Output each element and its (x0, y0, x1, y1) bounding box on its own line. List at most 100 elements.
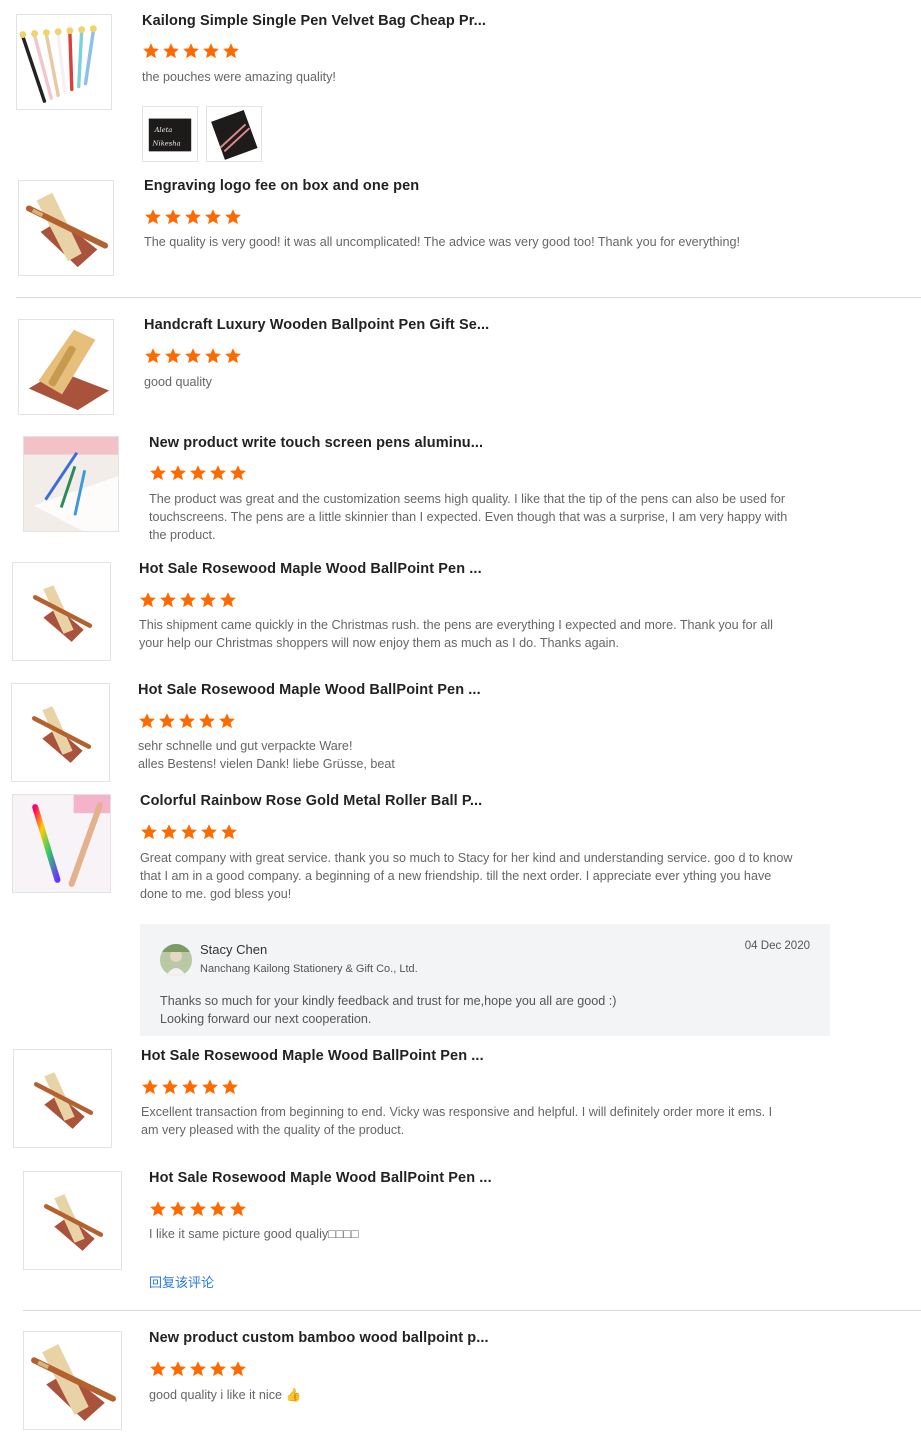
product-thumbnail[interactable] (18, 180, 114, 276)
product-title[interactable]: Hot Sale Rosewood Maple Wood BallPoint P… (139, 561, 482, 577)
review-text: Excellent transaction from beginning to … (141, 1105, 773, 1137)
reply-author-name: Stacy Chen (200, 942, 268, 957)
product-title[interactable]: New product custom bamboo wood ballpoint… (149, 1330, 489, 1346)
star-icon (230, 1361, 246, 1377)
review-text: Great company with great service. thank … (140, 851, 793, 901)
product-thumbnail[interactable] (12, 794, 111, 893)
section-divider (16, 297, 921, 298)
star-icon (150, 1361, 166, 1377)
star-icon (185, 209, 201, 225)
star-icon (210, 465, 226, 481)
product-thumbnail[interactable] (23, 1171, 122, 1270)
star-icon (223, 43, 239, 59)
section-divider (23, 1310, 921, 1311)
star-icon (219, 713, 235, 729)
star-icon (190, 1361, 206, 1377)
star-icon (202, 1079, 218, 1095)
star-icon (179, 713, 195, 729)
star-icon (205, 209, 221, 225)
star-icon (170, 1201, 186, 1217)
star-icon (180, 592, 196, 608)
product-title[interactable]: Kailong Simple Single Pen Velvet Bag Che… (142, 13, 486, 29)
reply-to-review-link[interactable]: 回复该评论 (149, 1272, 214, 1291)
reply-text: Thanks so much for your kindly feedback … (160, 994, 617, 1026)
star-icon (210, 1201, 226, 1217)
product-title[interactable]: New product write touch screen pens alum… (149, 435, 483, 451)
review-photo[interactable]: Aleta Nikesha (142, 106, 198, 162)
product-thumbnail[interactable] (18, 319, 114, 415)
rating-stars (141, 1078, 239, 1096)
star-icon (203, 43, 219, 59)
star-icon (141, 824, 157, 840)
product-thumbnail[interactable] (23, 436, 119, 532)
review-text: I like it same picture good qualiy□□□□ (149, 1227, 359, 1241)
star-icon (183, 43, 199, 59)
review-text: The product was great and the customizat… (149, 492, 788, 542)
star-icon (210, 1361, 226, 1377)
star-icon (222, 1079, 238, 1095)
product-thumbnail[interactable] (12, 562, 111, 661)
star-icon (143, 43, 159, 59)
rating-stars (149, 1360, 247, 1378)
star-icon (190, 465, 206, 481)
star-icon (145, 209, 161, 225)
star-icon (165, 209, 181, 225)
review-text: sehr schnelle und gut verpackte Ware! al… (138, 739, 395, 771)
star-icon (205, 348, 221, 364)
star-icon (142, 1079, 158, 1095)
review-photo[interactable] (206, 106, 262, 162)
star-icon (140, 592, 156, 608)
star-icon (150, 1201, 166, 1217)
star-icon (190, 1201, 206, 1217)
rating-stars (144, 208, 242, 226)
star-icon (139, 713, 155, 729)
product-thumbnail[interactable] (16, 14, 112, 110)
star-icon (150, 465, 166, 481)
review-text: The quality is very good! it was all unc… (144, 235, 740, 249)
product-title[interactable]: Hot Sale Rosewood Maple Wood BallPoint P… (149, 1170, 492, 1186)
rating-stars (142, 42, 240, 60)
seller-reply: Stacy Chen Nanchang Kailong Stationery &… (140, 924, 830, 1036)
rating-stars (140, 823, 238, 841)
avatar (160, 944, 192, 976)
star-icon (161, 824, 177, 840)
star-icon (201, 824, 217, 840)
review-text: This shipment came quickly in the Christ… (139, 618, 773, 650)
review-text: the pouches were amazing quality! (142, 70, 336, 84)
product-title[interactable]: Hot Sale Rosewood Maple Wood BallPoint P… (138, 682, 481, 698)
star-icon (200, 592, 216, 608)
review-text: good quality (144, 375, 212, 389)
review-text: good quality i like it nice 👍 (149, 1388, 302, 1402)
rating-stars (149, 1200, 247, 1218)
product-thumbnail[interactable] (13, 1049, 112, 1148)
rating-stars (144, 347, 242, 365)
star-icon (182, 1079, 198, 1095)
product-title[interactable]: Engraving logo fee on box and one pen (144, 178, 419, 194)
star-icon (185, 348, 201, 364)
product-thumbnail[interactable] (23, 1331, 122, 1430)
star-icon (199, 713, 215, 729)
star-icon (170, 465, 186, 481)
svg-text:Nikesha: Nikesha (152, 140, 181, 148)
star-icon (145, 348, 161, 364)
product-thumbnail[interactable] (11, 683, 110, 782)
product-title[interactable]: Colorful Rainbow Rose Gold Metal Roller … (140, 793, 482, 809)
star-icon (225, 348, 241, 364)
reply-company: Nanchang Kailong Stationery & Gift Co., … (200, 963, 418, 975)
reply-date: 04 Dec 2020 (744, 940, 810, 952)
star-icon (160, 592, 176, 608)
star-icon (230, 1201, 246, 1217)
star-icon (221, 824, 237, 840)
star-icon (220, 592, 236, 608)
star-icon (165, 348, 181, 364)
rating-stars (149, 464, 247, 482)
product-title[interactable]: Hot Sale Rosewood Maple Wood BallPoint P… (141, 1048, 484, 1064)
svg-text:Aleta: Aleta (154, 126, 173, 134)
star-icon (170, 1361, 186, 1377)
rating-stars (138, 712, 236, 730)
review-photos: Aleta Nikesha (142, 106, 262, 162)
star-icon (225, 209, 241, 225)
product-title[interactable]: Handcraft Luxury Wooden Ballpoint Pen Gi… (144, 317, 489, 333)
star-icon (159, 713, 175, 729)
star-icon (230, 465, 246, 481)
